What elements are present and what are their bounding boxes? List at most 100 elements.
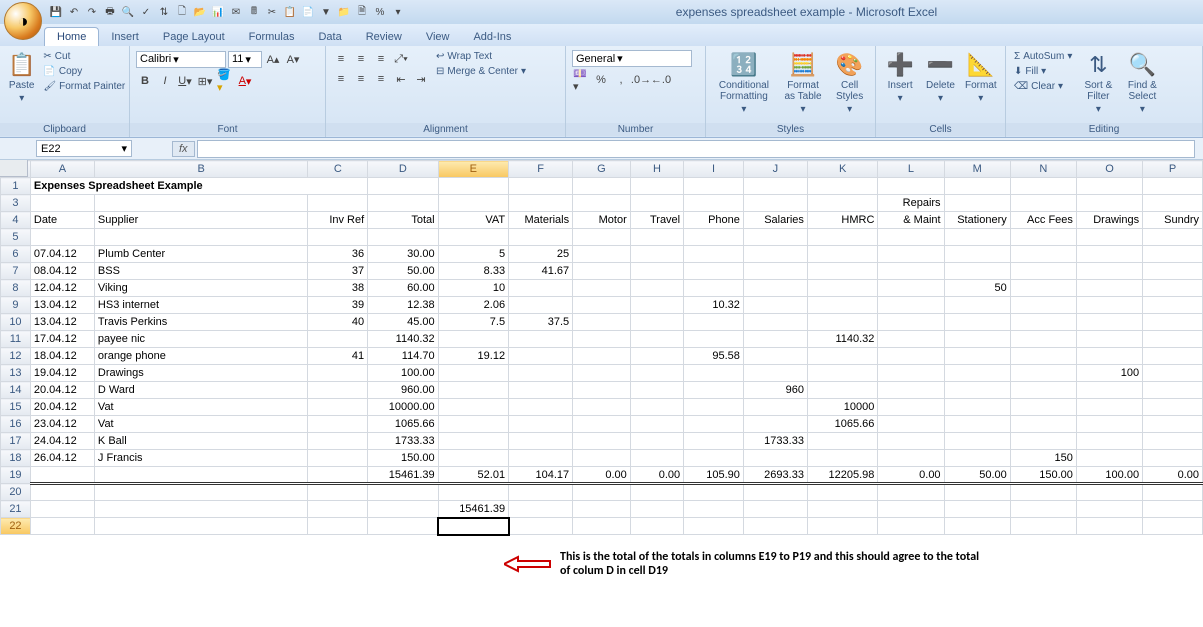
- cell-K3[interactable]: [807, 195, 877, 212]
- cell-N15[interactable]: [1010, 399, 1076, 416]
- cell-C21[interactable]: [308, 501, 368, 518]
- cell-K12[interactable]: [807, 348, 877, 365]
- cell-I18[interactable]: [684, 450, 744, 467]
- cell-B10[interactable]: Travis Perkins: [94, 314, 307, 331]
- row-header-17[interactable]: 17: [1, 433, 31, 450]
- col-header-K[interactable]: K: [807, 161, 877, 178]
- cell-N11[interactable]: [1010, 331, 1076, 348]
- cell-J21[interactable]: [743, 501, 807, 518]
- cell-K18[interactable]: [807, 450, 877, 467]
- cell-F7[interactable]: 41.67: [509, 263, 573, 280]
- cell-G11[interactable]: [573, 331, 631, 348]
- cell-F18[interactable]: [509, 450, 573, 467]
- bold-button[interactable]: B: [136, 72, 154, 90]
- cell-D17[interactable]: 1733.33: [368, 433, 438, 450]
- col-header-D[interactable]: D: [368, 161, 438, 178]
- cell-P8[interactable]: [1143, 280, 1203, 297]
- cell-B18[interactable]: J Francis: [94, 450, 307, 467]
- cell-K4[interactable]: HMRC: [807, 212, 877, 229]
- tab-insert[interactable]: Insert: [99, 28, 151, 46]
- cell-J15[interactable]: [743, 399, 807, 416]
- cell-E20[interactable]: [438, 484, 508, 501]
- cell-O19[interactable]: 100.00: [1076, 467, 1142, 484]
- row-header-9[interactable]: 9: [1, 297, 31, 314]
- cell-I5[interactable]: [684, 229, 744, 246]
- cell-A17[interactable]: 24.04.12: [30, 433, 94, 450]
- cell-I4[interactable]: Phone: [684, 212, 744, 229]
- cell-M21[interactable]: [944, 501, 1010, 518]
- cell-A12[interactable]: 18.04.12: [30, 348, 94, 365]
- cell-O3[interactable]: [1076, 195, 1142, 212]
- row-header-6[interactable]: 6: [1, 246, 31, 263]
- cell-O20[interactable]: [1076, 484, 1142, 501]
- cell-B8[interactable]: Viking: [94, 280, 307, 297]
- cell-O12[interactable]: [1076, 348, 1142, 365]
- cell-A8[interactable]: 12.04.12: [30, 280, 94, 297]
- cell-D22[interactable]: [368, 518, 438, 535]
- cell-A16[interactable]: 23.04.12: [30, 416, 94, 433]
- row-header-10[interactable]: 10: [1, 314, 31, 331]
- format-as-table-button[interactable]: 🧮Format as Table▾: [780, 50, 826, 117]
- cell-O9[interactable]: [1076, 297, 1142, 314]
- cell-G16[interactable]: [573, 416, 631, 433]
- cell-C10[interactable]: 40: [308, 314, 368, 331]
- cell-G1[interactable]: [573, 178, 631, 195]
- tab-page-layout[interactable]: Page Layout: [151, 28, 237, 46]
- cell-M18[interactable]: [944, 450, 1010, 467]
- cell-I9[interactable]: 10.32: [684, 297, 744, 314]
- cell-A1[interactable]: Expenses Spreadsheet Example: [30, 178, 367, 195]
- cell-I21[interactable]: [684, 501, 744, 518]
- tab-add-ins[interactable]: Add-Ins: [461, 28, 523, 46]
- cell-G10[interactable]: [573, 314, 631, 331]
- cell-B16[interactable]: Vat: [94, 416, 307, 433]
- italic-button[interactable]: I: [156, 72, 174, 90]
- cell-P16[interactable]: [1143, 416, 1203, 433]
- cell-P1[interactable]: [1143, 178, 1203, 195]
- cell-C4[interactable]: Inv Ref: [308, 212, 368, 229]
- cell-O21[interactable]: [1076, 501, 1142, 518]
- cell-B15[interactable]: Vat: [94, 399, 307, 416]
- cell-F4[interactable]: Materials: [509, 212, 573, 229]
- cell-O4[interactable]: Drawings: [1076, 212, 1142, 229]
- cell-E3[interactable]: [438, 195, 508, 212]
- cut-button[interactable]: ✂Cut: [41, 50, 127, 63]
- tab-formulas[interactable]: Formulas: [237, 28, 307, 46]
- cell-C16[interactable]: [308, 416, 368, 433]
- cell-A18[interactable]: 26.04.12: [30, 450, 94, 467]
- print-icon[interactable]: 🖶: [102, 4, 118, 20]
- cell-P7[interactable]: [1143, 263, 1203, 280]
- cell-B4[interactable]: Supplier: [94, 212, 307, 229]
- sort-filter-button[interactable]: ⇅Sort & Filter▾: [1078, 50, 1118, 117]
- cell-B5[interactable]: [94, 229, 307, 246]
- cell-O7[interactable]: [1076, 263, 1142, 280]
- cell-J8[interactable]: [743, 280, 807, 297]
- cell-H4[interactable]: Travel: [630, 212, 683, 229]
- cell-J6[interactable]: [743, 246, 807, 263]
- cell-H8[interactable]: [630, 280, 683, 297]
- row-header-12[interactable]: 12: [1, 348, 31, 365]
- cell-M6[interactable]: [944, 246, 1010, 263]
- cell-L22[interactable]: [878, 518, 944, 535]
- cell-K10[interactable]: [807, 314, 877, 331]
- cell-G13[interactable]: [573, 365, 631, 382]
- orientation-button[interactable]: ⤢▾: [392, 50, 410, 68]
- row-header-21[interactable]: 21: [1, 501, 31, 518]
- cell-N12[interactable]: [1010, 348, 1076, 365]
- increase-decimal-button[interactable]: .0→: [632, 71, 650, 89]
- cell-N8[interactable]: [1010, 280, 1076, 297]
- cell-B22[interactable]: [94, 518, 307, 535]
- cell-E12[interactable]: 19.12: [438, 348, 508, 365]
- row-header-8[interactable]: 8: [1, 280, 31, 297]
- cell-P13[interactable]: [1143, 365, 1203, 382]
- cell-N13[interactable]: [1010, 365, 1076, 382]
- cell-M15[interactable]: [944, 399, 1010, 416]
- cell-N3[interactable]: [1010, 195, 1076, 212]
- cell-H10[interactable]: [630, 314, 683, 331]
- calc-icon[interactable]: 🖩: [246, 4, 262, 20]
- cell-P3[interactable]: [1143, 195, 1203, 212]
- qat-dropdown-icon[interactable]: ▾: [390, 4, 406, 20]
- cell-D16[interactable]: 1065.66: [368, 416, 438, 433]
- cell-L17[interactable]: [878, 433, 944, 450]
- cell-D13[interactable]: 100.00: [368, 365, 438, 382]
- cell-N21[interactable]: [1010, 501, 1076, 518]
